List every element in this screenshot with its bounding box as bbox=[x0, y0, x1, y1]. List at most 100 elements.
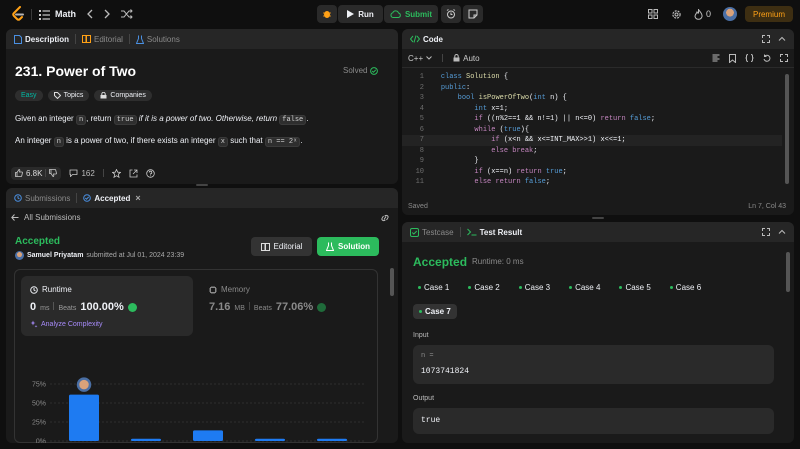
reset-icon[interactable] bbox=[763, 54, 771, 62]
topics-tag[interactable]: Topics bbox=[47, 90, 90, 101]
like-button[interactable]: 6.8K bbox=[11, 166, 62, 180]
case-tab-active[interactable]: Case 7 bbox=[413, 304, 457, 319]
username[interactable]: Samuel Priyatam bbox=[27, 252, 83, 259]
language-select[interactable]: C++ bbox=[408, 54, 432, 63]
analyze-complexity-link[interactable]: Analyze Complexity bbox=[30, 320, 102, 328]
thumbs-down-icon bbox=[49, 169, 58, 177]
case-tab[interactable]: Case 1 bbox=[412, 280, 455, 295]
format-icon[interactable] bbox=[712, 54, 720, 62]
chart-bar[interactable] bbox=[255, 438, 285, 441]
code-line[interactable]: 8 else break; bbox=[402, 146, 782, 157]
scrollbar[interactable] bbox=[390, 268, 394, 296]
collapse-icon[interactable] bbox=[778, 228, 786, 236]
fullscreen-icon[interactable] bbox=[780, 54, 788, 62]
tab-description-label: Description bbox=[25, 34, 70, 44]
tab-description[interactable]: Description bbox=[14, 34, 70, 44]
prev-problem-icon[interactable] bbox=[84, 8, 94, 20]
runtime-card[interactable]: Runtime 0 ms Beats 100.00% Analyze Compl… bbox=[21, 276, 193, 336]
shuffle-icon[interactable] bbox=[120, 8, 134, 20]
code-line[interactable]: 2 public: bbox=[402, 83, 782, 94]
divider bbox=[31, 9, 32, 20]
link-icon[interactable] bbox=[380, 214, 390, 222]
your-submission-avatar[interactable] bbox=[76, 377, 92, 392]
problem-list-label[interactable]: Math bbox=[55, 9, 76, 19]
premium-button[interactable]: Premium bbox=[745, 6, 793, 22]
timer-button[interactable] bbox=[441, 5, 461, 23]
streak-fire-icon[interactable] bbox=[693, 8, 703, 20]
tab-submissions[interactable]: Submissions bbox=[14, 194, 70, 203]
case-tab[interactable]: Case 6 bbox=[664, 280, 707, 295]
tab-solutions[interactable]: Solutions bbox=[135, 35, 180, 44]
testcase-tabs: Testcase Test Result bbox=[402, 222, 794, 242]
next-problem-icon[interactable] bbox=[102, 8, 112, 20]
topics-label: Topics bbox=[63, 92, 84, 99]
collapse-icon[interactable] bbox=[778, 35, 786, 43]
scrollbar[interactable] bbox=[786, 252, 790, 292]
problem-list-icon[interactable] bbox=[39, 9, 50, 20]
solved-label: Solved bbox=[343, 66, 368, 75]
close-icon[interactable]: × bbox=[135, 193, 140, 203]
gutter bbox=[424, 84, 441, 92]
case-tab[interactable]: Case 2 bbox=[462, 280, 505, 295]
run-button[interactable]: Run bbox=[338, 5, 383, 23]
case-tab[interactable]: Case 3 bbox=[513, 280, 556, 295]
alarm-clock-icon bbox=[446, 9, 456, 19]
auto-mode[interactable]: Auto bbox=[453, 54, 480, 63]
settings-gear-icon[interactable] bbox=[670, 8, 682, 20]
solution-button[interactable]: Solution bbox=[317, 237, 379, 256]
editorial-button[interactable]: Editorial bbox=[251, 237, 312, 256]
code-line[interactable]: 5 if ((n%2==1 && n!=1) || n<=0) return f… bbox=[402, 114, 782, 125]
tab-test-result[interactable]: Test Result bbox=[466, 228, 522, 237]
notes-button[interactable] bbox=[463, 5, 483, 23]
tab-editorial[interactable]: Editorial bbox=[82, 35, 123, 44]
case-tab[interactable]: Case 4 bbox=[563, 280, 606, 295]
description-footer: 6.8K 162 bbox=[6, 163, 398, 183]
code-line[interactable]: 9 } bbox=[402, 156, 782, 167]
chart-bar[interactable] bbox=[193, 430, 223, 441]
code-line[interactable]: 1 class Solution { bbox=[402, 72, 782, 83]
bookmark-icon[interactable] bbox=[729, 53, 736, 63]
case-label: Case 3 bbox=[524, 283, 551, 292]
code-line[interactable]: 7 if (x<n && x<=INT_MAX>>1) x<<=1; bbox=[402, 135, 782, 146]
memory-card[interactable]: Memory 7.16 MB Beats 77.06% bbox=[201, 276, 373, 336]
code-line[interactable]: 3 bool isPowerOfTwo(int n) { bbox=[402, 93, 782, 104]
chart-bar[interactable] bbox=[69, 394, 99, 441]
braces-icon[interactable] bbox=[745, 54, 754, 62]
maximize-icon[interactable] bbox=[762, 35, 770, 43]
output-label: Output bbox=[413, 395, 435, 402]
companies-tag[interactable]: Companies bbox=[94, 90, 152, 101]
runtime-unit: ms bbox=[40, 305, 50, 312]
layout-icon[interactable] bbox=[647, 8, 659, 20]
code-line[interactable]: 6 while (true){ bbox=[402, 125, 782, 136]
case-label: Case 6 bbox=[675, 283, 702, 292]
star-icon[interactable] bbox=[111, 168, 121, 178]
code-text: while (true){ bbox=[474, 125, 530, 134]
line-number: 9 bbox=[419, 157, 424, 165]
code-line[interactable]: 4 int x=1; bbox=[402, 104, 782, 115]
maximize-icon[interactable] bbox=[762, 228, 770, 236]
case-tab[interactable]: Case 5 bbox=[613, 280, 656, 295]
resize-handle[interactable] bbox=[196, 184, 208, 186]
submit-button[interactable]: Submit bbox=[384, 5, 438, 23]
editor-scrollbar[interactable] bbox=[785, 74, 789, 184]
help-icon[interactable] bbox=[146, 168, 155, 178]
chart-bar[interactable] bbox=[317, 438, 347, 441]
back-to-submissions[interactable]: All Submissions bbox=[11, 213, 80, 222]
tab-accepted[interactable]: Accepted × bbox=[83, 193, 141, 203]
tab-testcase[interactable]: Testcase bbox=[410, 227, 454, 237]
clock-icon bbox=[30, 285, 38, 294]
share-icon[interactable] bbox=[129, 169, 138, 178]
code-editor[interactable]: 1 class Solution {2 public: 3 bool isPowe… bbox=[402, 72, 782, 190]
text: An integer bbox=[15, 136, 54, 145]
leetcode-logo-icon[interactable] bbox=[10, 6, 26, 22]
code-line[interactable]: 10 if (x==n) return true; bbox=[402, 167, 782, 178]
resize-handle[interactable] bbox=[592, 217, 604, 219]
submission-result: Accepted bbox=[15, 236, 61, 247]
document-icon bbox=[14, 34, 22, 44]
code-line[interactable]: 11 else return false; bbox=[402, 177, 782, 188]
tab-code[interactable]: Code bbox=[410, 35, 443, 44]
debug-button[interactable] bbox=[317, 5, 337, 23]
chart-bar[interactable] bbox=[131, 438, 161, 441]
user-avatar[interactable] bbox=[723, 7, 737, 21]
comments-button[interactable]: 162 bbox=[69, 169, 95, 178]
